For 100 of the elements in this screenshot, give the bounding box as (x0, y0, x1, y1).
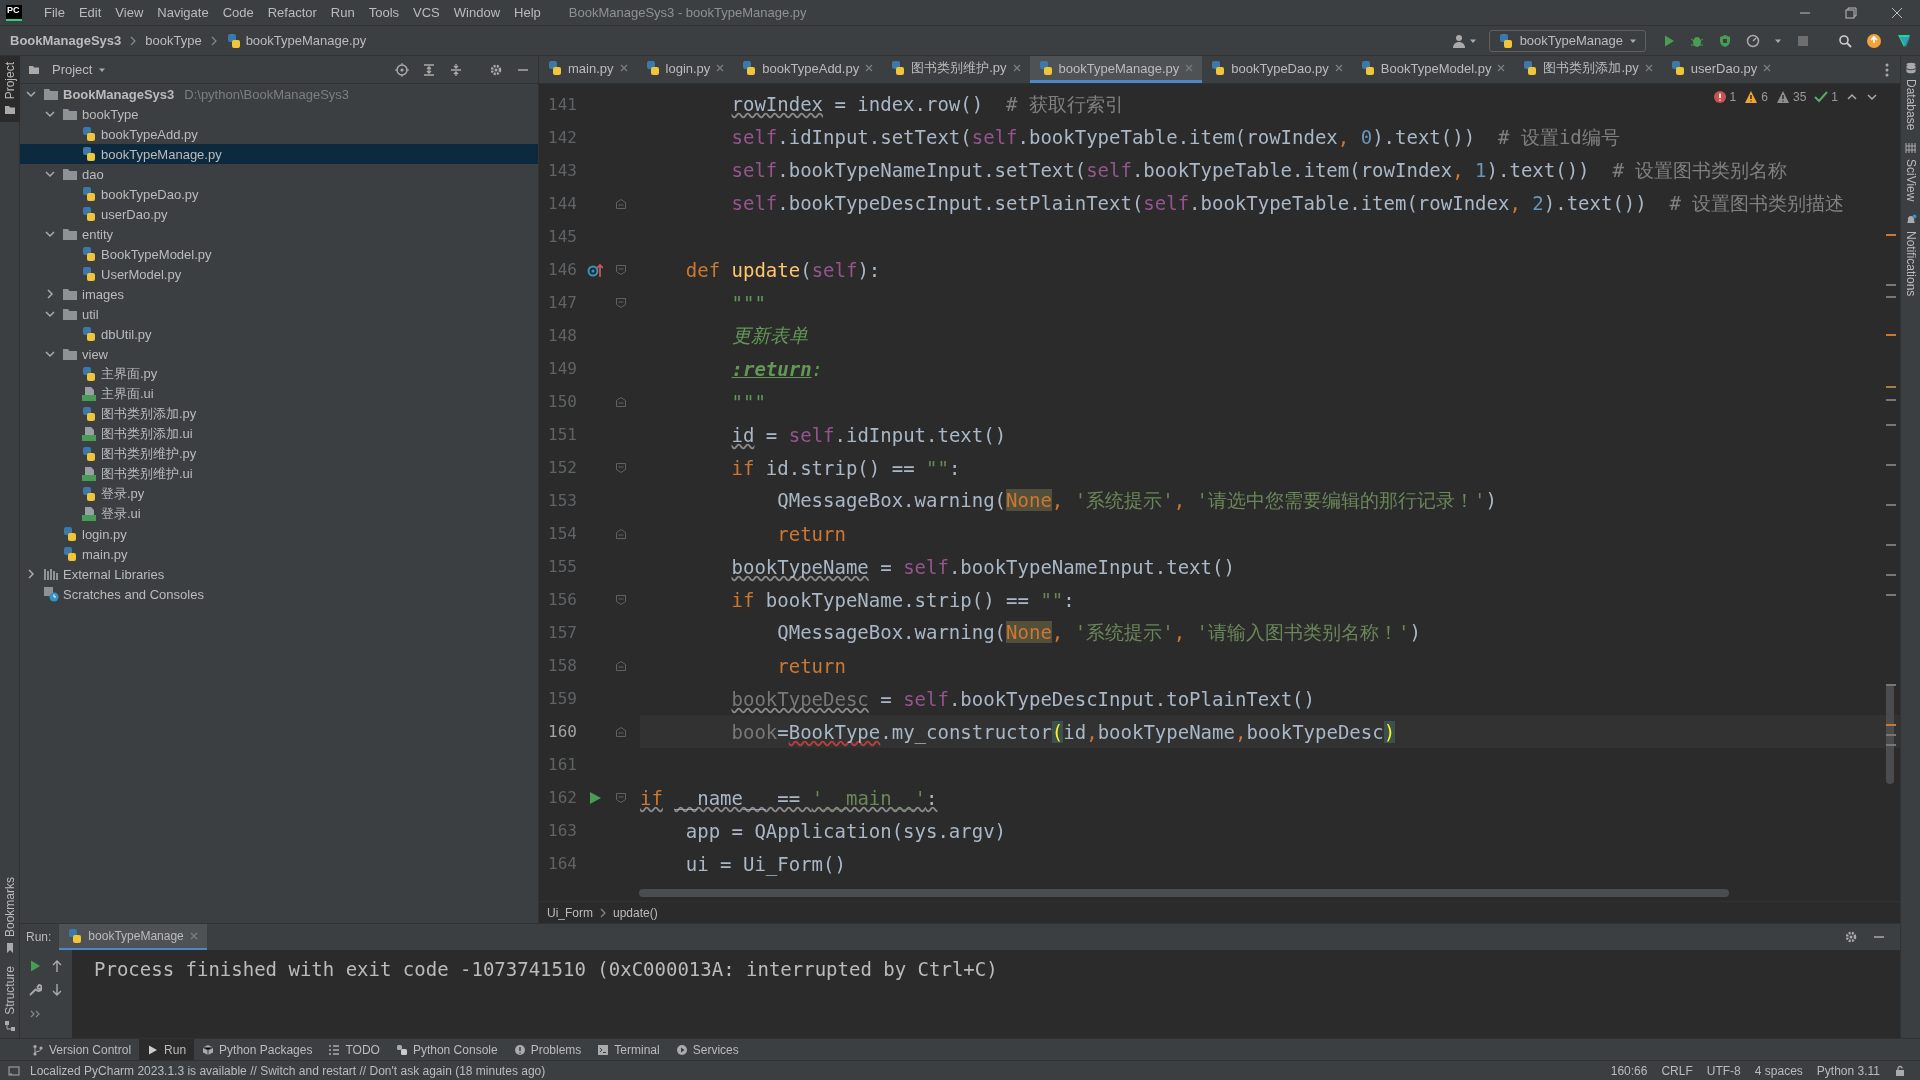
tree-item[interactable]: 图书类别添加.ui (20, 424, 538, 444)
chevron-down-icon[interactable] (44, 168, 56, 180)
fold-marker-icon[interactable] (615, 791, 627, 804)
next-icon[interactable] (1866, 91, 1878, 103)
expand-all-icon[interactable] (422, 62, 436, 77)
status-item[interactable]: CRLF (1661, 1063, 1693, 1078)
more-icon[interactable] (1884, 61, 1890, 78)
search-icon[interactable] (1838, 33, 1852, 48)
close-icon[interactable] (1333, 63, 1344, 73)
tree-item[interactable]: 图书类别添加.py (20, 404, 538, 424)
tree-item[interactable]: bookType (20, 104, 538, 124)
fold-marker-icon[interactable] (615, 461, 627, 474)
tool-window-button[interactable]: Python Console (387, 1039, 506, 1060)
warning-indicator[interactable]: 6 (1744, 90, 1768, 104)
fold-marker-icon[interactable] (615, 527, 627, 540)
menu-item[interactable]: Tools (362, 2, 406, 23)
panel-title-dropdown[interactable]: Project (46, 61, 113, 78)
panel-toggle-icon[interactable] (8, 1064, 20, 1077)
editor-tab[interactable]: 图书类别维护.py (882, 56, 1030, 83)
tree-item[interactable]: 主界面.py (20, 364, 538, 384)
close-icon[interactable] (618, 63, 629, 73)
error-indicator[interactable]: 1 (1712, 90, 1737, 104)
up-arrow-icon[interactable] (50, 959, 64, 973)
settings-icon[interactable] (489, 62, 503, 77)
tree-item[interactable]: Scratches and Consoles (20, 584, 538, 604)
fold-marker-icon[interactable] (615, 197, 627, 210)
tree-item[interactable]: dao (20, 164, 538, 184)
collapse-all-icon[interactable] (449, 62, 463, 77)
tree-item[interactable]: UserModel.py (20, 264, 538, 284)
down-arrow-icon[interactable] (50, 983, 64, 997)
editor-tab[interactable]: main.py (539, 56, 637, 83)
menu-item[interactable]: Code (216, 2, 260, 23)
wrench-icon[interactable] (28, 983, 42, 997)
tool-window-button[interactable]: Problems (505, 1039, 590, 1060)
tool-window-button[interactable]: Bookmarks (0, 871, 20, 961)
tree-item[interactable]: bookTypeAdd.py (20, 124, 538, 144)
settings-icon[interactable] (1844, 930, 1858, 944)
check-indicator[interactable]: 1 (1814, 90, 1838, 104)
shield-icon[interactable] (1718, 33, 1732, 48)
breadcrumb[interactable]: update() (613, 905, 658, 920)
update-icon[interactable] (1866, 32, 1882, 49)
editor-tab[interactable]: bookTypeDao.py (1202, 56, 1352, 83)
editor-tab[interactable]: bookTypeAdd.py (733, 56, 883, 83)
tool-window-button[interactable]: Structure (0, 960, 20, 1038)
tool-window-button[interactable]: Notifications (1901, 207, 1920, 303)
tree-item[interactable]: login.py (20, 524, 538, 544)
tree-item[interactable]: entity (20, 224, 538, 244)
close-icon[interactable] (1890, 5, 1904, 20)
breadcrumb[interactable]: Ui_Form (547, 905, 593, 920)
tool-window-button[interactable]: Version Control (24, 1039, 140, 1060)
tree-item[interactable]: External Libraries (20, 564, 538, 584)
tree-item[interactable]: util (20, 304, 538, 324)
close-icon[interactable] (864, 63, 875, 73)
status-item[interactable]: 160:66 (1610, 1063, 1648, 1078)
editor-tab[interactable]: bookTypeManage.py (1029, 56, 1203, 83)
chevron-right-icon[interactable] (25, 568, 37, 580)
gauge-icon[interactable] (1746, 33, 1760, 48)
fold-marker-icon[interactable] (615, 593, 627, 606)
status-item[interactable]: Python 3.11 (1816, 1063, 1880, 1078)
override-marker-icon[interactable] (587, 261, 603, 278)
lock-icon[interactable] (1894, 1064, 1906, 1077)
chevron-down-icon[interactable] (44, 108, 56, 120)
fold-marker-icon[interactable] (615, 263, 627, 276)
chevron-right-icon[interactable] (44, 288, 56, 300)
tree-item[interactable]: 图书类别维护.py (20, 444, 538, 464)
menu-item[interactable]: Window (447, 2, 507, 23)
tree-item[interactable]: dbUtil.py (20, 324, 538, 344)
breadcrumb[interactable]: BookManageSys3 (8, 33, 124, 48)
menu-item[interactable]: Navigate (151, 2, 215, 23)
close-icon[interactable] (1011, 63, 1022, 73)
chevron-down-icon[interactable] (44, 348, 56, 360)
run-tab[interactable]: bookTypeManage (59, 924, 207, 950)
horizontal-scrollbar[interactable] (639, 889, 1729, 897)
tree-item[interactable]: main.py (20, 544, 538, 564)
locate-icon[interactable] (395, 62, 409, 77)
editor-tab[interactable]: BookTypeModel.py (1351, 56, 1515, 83)
tool-window-button[interactable]: Run (139, 1039, 195, 1060)
weak-warning-indicator[interactable]: 35 (1775, 90, 1807, 104)
tree-item[interactable]: BookTypeModel.py (20, 244, 538, 264)
editor-tab[interactable]: login.py (636, 56, 734, 83)
chevron-down-icon[interactable] (25, 88, 37, 100)
close-icon[interactable] (715, 63, 726, 73)
run-icon[interactable] (588, 790, 602, 805)
menu-item[interactable]: Run (324, 2, 361, 23)
tree-item[interactable]: userDao.py (20, 204, 538, 224)
menu-item[interactable]: VCS (407, 2, 446, 23)
tree-item[interactable]: 主界面.ui (20, 384, 538, 404)
tree-item[interactable]: BookManageSys3 D:\python\BookManageSys3 (20, 84, 538, 104)
status-item[interactable]: UTF-8 (1706, 1063, 1741, 1078)
fold-marker-icon[interactable] (615, 725, 627, 738)
vertical-scrollbar[interactable] (1886, 684, 1894, 784)
tool-window-button[interactable]: Database (1901, 56, 1920, 137)
status-item[interactable]: 4 spaces (1754, 1063, 1803, 1078)
run-icon[interactable] (1662, 33, 1676, 48)
close-icon[interactable] (1643, 63, 1654, 73)
tree-item[interactable]: images (20, 284, 538, 304)
editor-tab[interactable]: userDao.py (1661, 56, 1781, 83)
tool-window-button[interactable]: Services (667, 1039, 747, 1060)
rerun-icon[interactable] (28, 959, 42, 973)
tool-window-button[interactable]: Project (0, 56, 20, 123)
